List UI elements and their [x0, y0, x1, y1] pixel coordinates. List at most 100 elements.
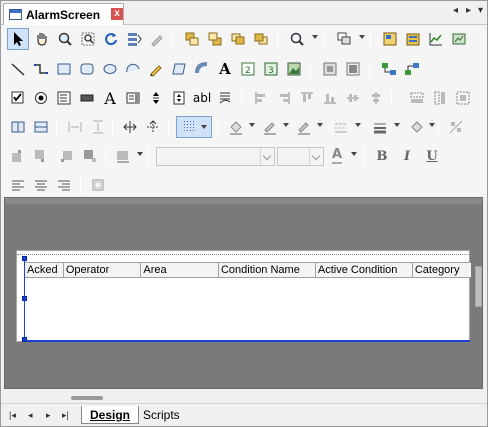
align-left-button[interactable]	[250, 87, 272, 109]
draw-ellipse-button[interactable]	[99, 58, 121, 80]
send-back-disabled-button[interactable]	[30, 145, 52, 167]
align-middle-button[interactable]	[342, 87, 364, 109]
same-height-button[interactable]	[429, 87, 451, 109]
fill-pattern-dropdown-arrow[interactable]	[429, 123, 435, 127]
disconnect-objects-button[interactable]	[401, 58, 423, 80]
pan-hand-button[interactable]	[31, 28, 53, 50]
bold-button[interactable]: B	[371, 145, 393, 167]
line-width-button[interactable]	[369, 116, 391, 138]
fill-color-button[interactable]	[225, 116, 247, 138]
send-to-back-button[interactable]	[204, 28, 226, 50]
slider-control-button[interactable]	[168, 87, 190, 109]
column-header-condition-name[interactable]: Condition Name	[219, 263, 316, 277]
numeric-input-button[interactable]: 3	[260, 58, 282, 80]
grid-style-dropdown-button[interactable]	[176, 116, 212, 138]
list-control-button[interactable]	[53, 87, 75, 109]
connect-objects-button[interactable]	[378, 58, 400, 80]
line-color-button[interactable]	[259, 116, 281, 138]
canvas-horizontal-scrollbar[interactable]	[4, 389, 483, 403]
tab-design[interactable]: Design	[81, 406, 140, 424]
grid-snap-button[interactable]	[319, 58, 341, 80]
first-tab-button[interactable]: |◂	[9, 410, 16, 421]
bring-front-disabled-button[interactable]	[7, 145, 29, 167]
fill-pattern-button[interactable]	[406, 116, 428, 138]
tab-scroll-left-button[interactable]: ◂	[453, 5, 458, 16]
zoom-fit-button[interactable]	[77, 28, 99, 50]
previous-tab-button[interactable]: ◂	[28, 410, 33, 421]
same-width-button[interactable]	[406, 87, 428, 109]
numeric-display-button[interactable]: 2	[237, 58, 259, 80]
center-vertically-button[interactable]	[142, 116, 164, 138]
combo-control-button[interactable]	[122, 87, 144, 109]
space-vertical-button[interactable]	[87, 116, 109, 138]
checkbox-control-button[interactable]	[7, 87, 29, 109]
button-control-button[interactable]	[76, 87, 98, 109]
font-name-dropdown-arrow[interactable]	[260, 148, 274, 165]
bring-to-front-button[interactable]	[181, 28, 203, 50]
align-right-button[interactable]	[273, 87, 295, 109]
horizontal-scroll-thumb[interactable]	[71, 396, 103, 400]
column-header-acked[interactable]: Acked	[25, 263, 64, 277]
move-backward-disabled-button[interactable]	[79, 145, 101, 167]
shadow-color-dropdown-arrow[interactable]	[137, 152, 143, 156]
column-header-active-condition[interactable]: Active Condition	[316, 263, 413, 277]
move-forward-disabled-button[interactable]	[56, 145, 78, 167]
space-horizontal-button[interactable]	[64, 116, 86, 138]
text-color-dropdown-arrow[interactable]	[317, 123, 323, 127]
line-style-dropdown-arrow[interactable]	[355, 123, 361, 127]
text-tool-button[interactable]: A	[214, 58, 236, 80]
close-tab-button[interactable]: x	[111, 8, 123, 20]
zoom-button[interactable]	[54, 28, 76, 50]
trend-button[interactable]	[425, 28, 447, 50]
draw-polyline-button[interactable]	[30, 58, 52, 80]
center-horizontally-button[interactable]	[119, 116, 141, 138]
alarm-table-control[interactable]: Acked Operator Area Condition Name Activ…	[16, 250, 471, 342]
draw-line-button[interactable]	[7, 58, 29, 80]
resize-handle-bottom-left[interactable]	[22, 337, 27, 342]
font-color-dropdown-arrow[interactable]	[351, 152, 357, 156]
text-align-left-button[interactable]	[7, 174, 29, 196]
edit-properties-button[interactable]	[146, 28, 168, 50]
draw-freehand-button[interactable]	[145, 58, 167, 80]
distribute-horizontal-button[interactable]	[7, 116, 29, 138]
same-size-button[interactable]	[452, 87, 474, 109]
image-button[interactable]	[283, 58, 305, 80]
text-align-right-button[interactable]	[53, 174, 75, 196]
design-canvas[interactable]: Acked Operator Area Condition Name Activ…	[4, 197, 483, 389]
distribute-vertical-button[interactable]	[30, 116, 52, 138]
draw-pipe-button[interactable]	[191, 58, 213, 80]
font-name-combobox[interactable]	[156, 147, 275, 166]
document-tab-alarmscreen[interactable]: AlarmScreen x	[3, 3, 124, 25]
column-header-area[interactable]: Area	[141, 263, 219, 277]
tab-scroll-right-button[interactable]: ▸	[466, 5, 471, 16]
spinner-control-button[interactable]	[145, 87, 167, 109]
align-top-button[interactable]	[296, 87, 318, 109]
text-align-center-button[interactable]	[30, 174, 52, 196]
textbox-control-button[interactable]: abl	[191, 87, 213, 109]
radio-control-button[interactable]	[30, 87, 52, 109]
tab-scripts[interactable]: Scripts	[135, 406, 188, 424]
trend-control-button[interactable]	[214, 87, 236, 109]
refresh-button[interactable]	[100, 28, 122, 50]
group-button[interactable]	[333, 28, 355, 50]
font-color-button[interactable]: A	[326, 145, 348, 167]
line-color-dropdown-arrow[interactable]	[283, 123, 289, 127]
italic-button[interactable]: I	[396, 145, 418, 167]
fill-color-dropdown-arrow[interactable]	[249, 123, 255, 127]
canvas-vertical-scroll-thumb[interactable]	[475, 266, 482, 307]
align-center-button[interactable]	[365, 87, 387, 109]
line-style-button[interactable]	[330, 116, 352, 138]
flip-button[interactable]	[445, 116, 467, 138]
shadow-color-button[interactable]	[112, 145, 134, 167]
group-dropdown-arrow[interactable]	[359, 35, 365, 39]
last-tab-button[interactable]: ▸|	[62, 410, 69, 421]
tab-list-menu-button[interactable]: ▾	[478, 5, 483, 16]
draw-rectangle-button[interactable]	[53, 58, 75, 80]
font-size-dropdown-arrow[interactable]	[309, 148, 323, 165]
resize-handle-top-left[interactable]	[22, 256, 27, 261]
label-control-button[interactable]: A	[99, 87, 121, 109]
send-backward-button[interactable]	[250, 28, 272, 50]
align-bottom-button[interactable]	[319, 87, 341, 109]
search-dropdown-arrow[interactable]	[312, 35, 318, 39]
column-header-operator[interactable]: Operator	[64, 263, 142, 277]
